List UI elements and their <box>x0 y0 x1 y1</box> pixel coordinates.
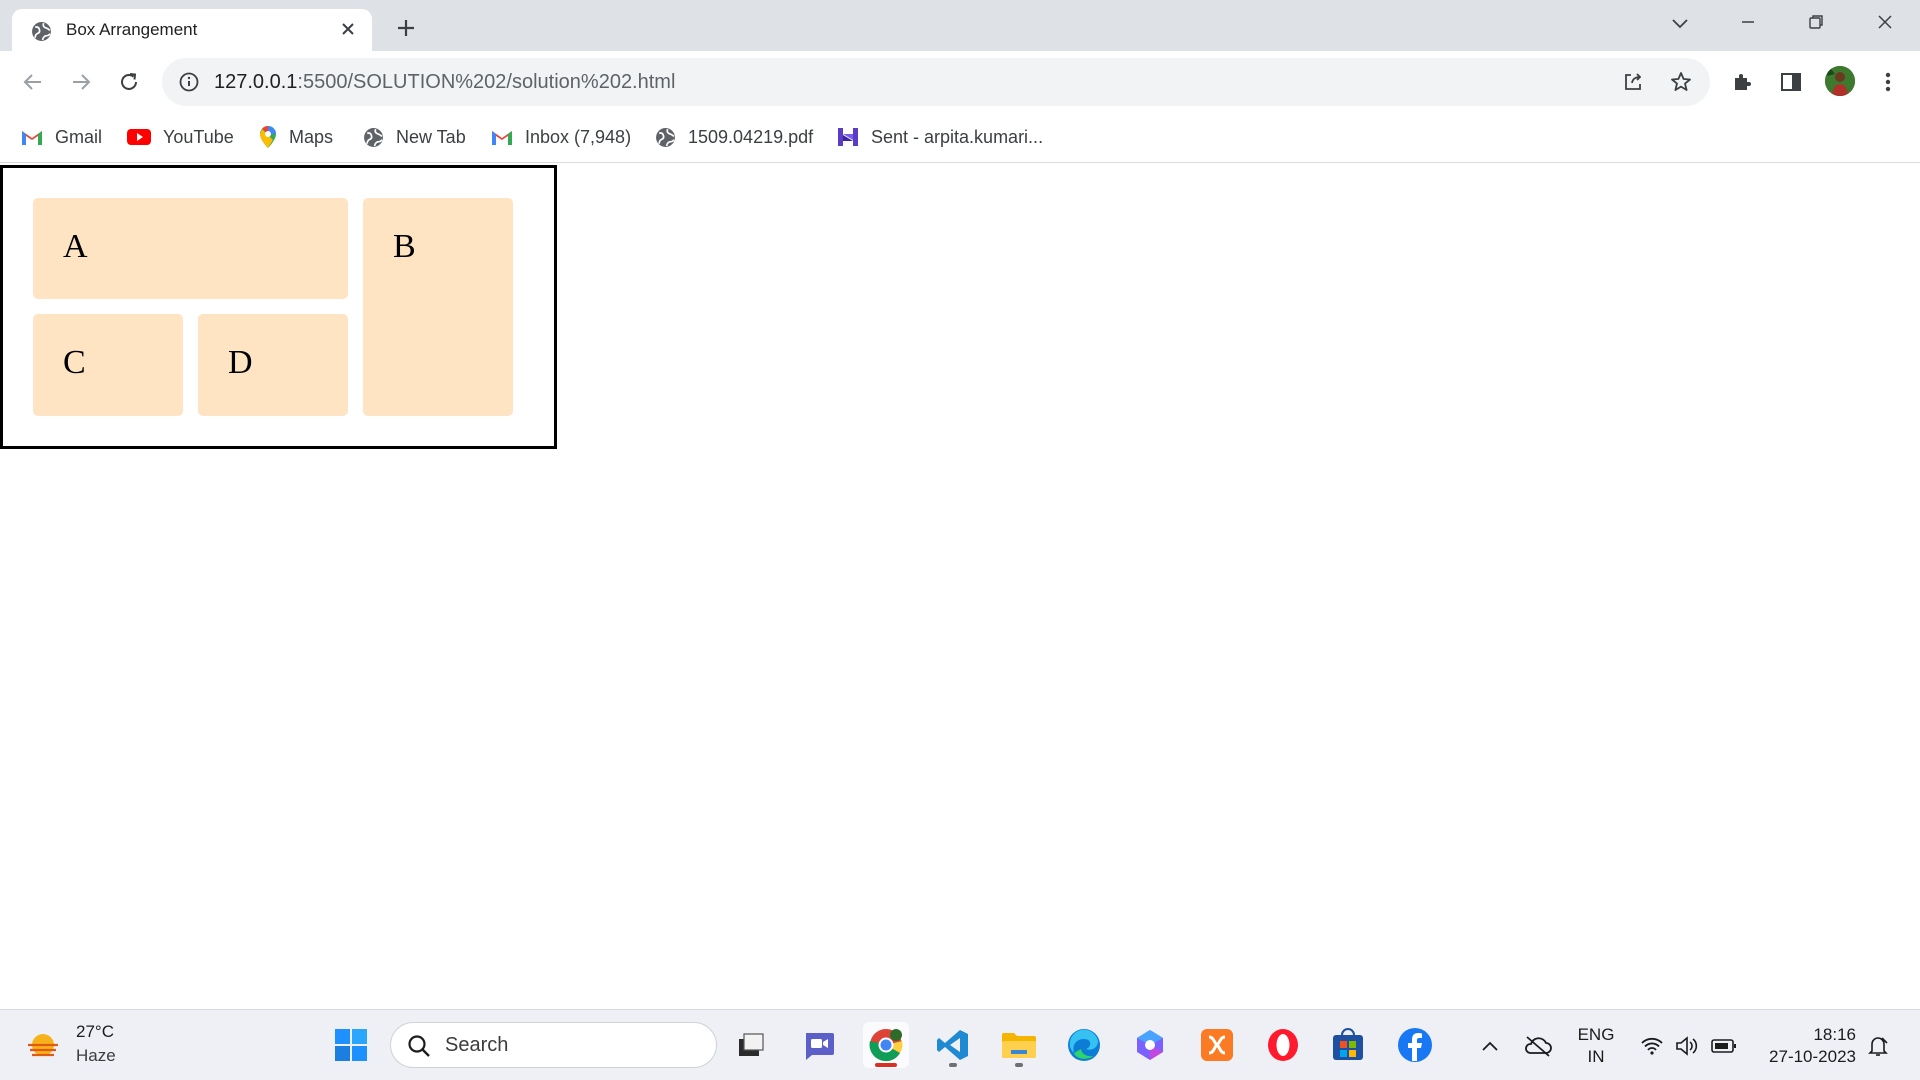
search-icon <box>408 1035 430 1057</box>
facebook-taskbar-app[interactable] <box>1392 1022 1438 1068</box>
address-bar[interactable]: 127.0.0.1:5500/SOLUTION%202/solution%202… <box>162 58 1710 106</box>
tab-title: Box Arrangement <box>66 20 198 39</box>
start-button[interactable] <box>328 1022 374 1068</box>
bookmark-new-tab[interactable]: New Tab <box>363 123 466 151</box>
restore-icon[interactable] <box>1793 6 1839 38</box>
wifi-icon[interactable] <box>1638 1032 1666 1060</box>
task-view-icon <box>739 1033 764 1056</box>
bookmark-pdf[interactable]: 1509.04219.pdf <box>655 123 813 151</box>
xampp-icon <box>1201 1029 1233 1061</box>
bookmark-gmail[interactable]: Gmail <box>21 123 102 151</box>
copilot-icon <box>1137 1030 1163 1060</box>
taskbar-search[interactable]: Search <box>390 1022 717 1068</box>
profile-avatar[interactable] <box>1825 66 1855 96</box>
file-explorer-taskbar-app[interactable] <box>996 1022 1042 1068</box>
box-a-label: A <box>63 228 88 265</box>
bookmark-star-icon[interactable] <box>1669 70 1693 94</box>
ms-store-taskbar-app[interactable] <box>1325 1022 1371 1068</box>
box-b: B <box>363 198 513 416</box>
globe-icon <box>32 22 51 41</box>
running-indicator <box>1015 1063 1023 1067</box>
box-c: C <box>33 314 183 416</box>
tab-strip: Box Arrangement <box>0 0 1920 51</box>
search-placeholder: Search <box>445 1034 509 1056</box>
weather-temp: 27°C <box>76 1022 114 1041</box>
close-window-icon[interactable] <box>1862 6 1908 38</box>
globe-icon <box>656 127 675 147</box>
teams-chat-icon <box>806 1033 834 1060</box>
weather-widget[interactable]: 27°C Haze <box>26 1022 146 1070</box>
page-viewport: A B C D <box>0 164 1920 1009</box>
reload-icon[interactable] <box>112 65 146 99</box>
system-clock[interactable]: 18:16 27-10-2023 <box>1746 1024 1856 1068</box>
box-a: A <box>33 198 348 299</box>
volume-icon[interactable] <box>1674 1032 1702 1060</box>
box-d: D <box>198 314 348 416</box>
task-view-button[interactable] <box>728 1022 774 1068</box>
active-indicator <box>875 1063 897 1067</box>
language-indicator[interactable]: ENG IN <box>1574 1024 1618 1068</box>
chrome-icon <box>869 1029 903 1062</box>
side-panel-icon[interactable] <box>1774 65 1808 99</box>
box-b-label: B <box>393 228 416 265</box>
edge-icon <box>1068 1029 1100 1061</box>
copilot-taskbar-app[interactable] <box>1127 1022 1173 1068</box>
browser-toolbar: 127.0.0.1:5500/SOLUTION%202/solution%202… <box>0 51 1920 113</box>
globe-icon <box>364 127 383 147</box>
weather-condition: Haze <box>76 1046 116 1065</box>
battery-icon[interactable] <box>1710 1032 1738 1060</box>
bookmark-maps[interactable]: Maps <box>259 123 333 151</box>
haze-sun-icon <box>28 1034 58 1057</box>
box-container: A B C D <box>0 165 557 449</box>
store-icon <box>1333 1028 1363 1060</box>
chrome-taskbar-app[interactable] <box>863 1022 909 1068</box>
facebook-icon <box>1398 1028 1432 1062</box>
minimize-icon[interactable] <box>1725 6 1771 38</box>
folder-icon <box>1002 1033 1036 1058</box>
notifications-bell-icon[interactable] <box>1864 1032 1892 1060</box>
new-tab-icon[interactable] <box>390 12 422 44</box>
show-hidden-icons-chevron-icon[interactable] <box>1476 1032 1504 1060</box>
vscode-icon <box>937 1030 968 1060</box>
close-tab-icon[interactable] <box>336 17 360 41</box>
xampp-taskbar-app[interactable] <box>1194 1022 1240 1068</box>
box-d-label: D <box>228 344 253 381</box>
onedrive-offline-icon[interactable] <box>1524 1032 1552 1060</box>
forward-icon[interactable] <box>64 65 98 99</box>
taskbar: 27°C Haze Search ENG IN 18:16 27-10-2023 <box>0 1009 1920 1080</box>
menu-kebab-icon[interactable] <box>1871 65 1905 99</box>
running-indicator <box>949 1063 957 1067</box>
bookmark-youtube[interactable]: YouTube <box>127 123 234 151</box>
edge-taskbar-app[interactable] <box>1061 1022 1107 1068</box>
tab-search-chevron-icon[interactable] <box>1666 10 1694 38</box>
teams-chat-button[interactable] <box>796 1022 842 1068</box>
vscode-taskbar-app[interactable] <box>930 1022 976 1068</box>
mail-app-icon <box>838 128 858 146</box>
gmail-icon <box>492 131 512 145</box>
youtube-icon <box>127 129 151 145</box>
gmail-icon <box>22 131 42 145</box>
bookmark-sent[interactable]: Sent - arpita.kumari... <box>837 123 1043 151</box>
clock-time: 18:16 <box>1813 1025 1856 1044</box>
clock-date: 27-10-2023 <box>1769 1047 1856 1066</box>
opera-taskbar-app[interactable] <box>1260 1022 1306 1068</box>
back-icon[interactable] <box>16 65 50 99</box>
extensions-puzzle-icon[interactable] <box>1726 65 1760 99</box>
opera-icon <box>1268 1029 1298 1061</box>
tab-box-arrangement[interactable]: Box Arrangement <box>12 9 372 51</box>
maps-icon <box>260 126 276 148</box>
share-icon[interactable] <box>1621 70 1645 94</box>
bookmarks-bar: Gmail YouTube Maps New Tab Inbox (7,948)… <box>0 113 1920 163</box>
bookmark-inbox[interactable]: Inbox (7,948) <box>491 123 631 151</box>
site-info-icon[interactable] <box>178 71 200 93</box>
windows-logo-icon <box>335 1029 367 1061</box>
box-c-label: C <box>63 344 86 381</box>
url-text[interactable]: 127.0.0.1:5500/SOLUTION%202/solution%202… <box>214 71 675 94</box>
